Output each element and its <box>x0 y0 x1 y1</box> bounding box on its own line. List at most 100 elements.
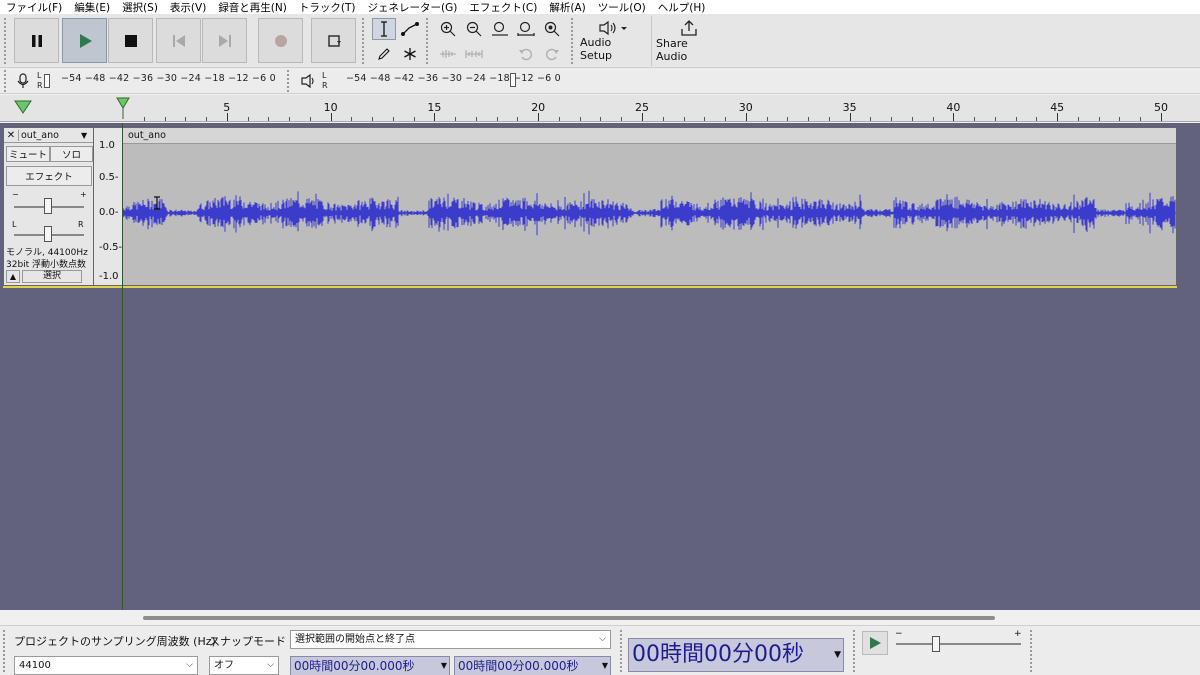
amplitude-ruler[interactable]: 1.0 0.5- 0.0- -0.5- -1.0 <box>94 127 122 286</box>
speed-slider-track[interactable] <box>896 643 1021 645</box>
menu-item-3[interactable]: 表示(V) <box>170 0 206 15</box>
clip-title-bar[interactable]: out_ano <box>123 128 1176 144</box>
redo-button[interactable] <box>540 43 564 65</box>
play-meter-grip[interactable] <box>287 70 293 92</box>
track-menu-arrow-icon[interactable]: ▼ <box>81 131 93 140</box>
play-head-icon[interactable] <box>116 97 130 119</box>
menu-item-0[interactable]: ファイル(F) <box>6 0 62 15</box>
speed-minus-label: − <box>895 629 903 639</box>
loop-button[interactable] <box>311 18 356 63</box>
gain-slider-thumb[interactable] <box>44 198 52 214</box>
play-at-speed-grip[interactable] <box>853 630 859 672</box>
asterisk-icon <box>404 48 416 60</box>
track-name-menu[interactable]: out_ano <box>18 129 81 141</box>
play-button[interactable] <box>62 18 107 63</box>
stop-button[interactable] <box>108 18 153 63</box>
amplitude-label: -1.0 <box>99 271 119 282</box>
speed-slider-thumb[interactable] <box>932 636 940 652</box>
selection-start-time[interactable]: 00時間00分00.000秒 ▼ <box>290 656 450 675</box>
toolbar-divider <box>651 16 652 66</box>
selection-mode-select[interactable]: 選択範囲の開始点と終了点 ⌵ <box>290 630 611 649</box>
ruler-minor-tick <box>974 117 976 121</box>
edit-grip[interactable] <box>426 18 432 64</box>
menu-item-8[interactable]: 解析(A) <box>549 0 585 15</box>
toolbar-grip[interactable] <box>4 18 10 64</box>
menu-item-10[interactable]: ヘルプ(H) <box>658 0 706 15</box>
ruler-minor-tick <box>247 117 249 121</box>
menu-item-9[interactable]: ツール(O) <box>598 0 646 15</box>
play-meter-slider[interactable] <box>510 73 516 87</box>
trim-button[interactable] <box>436 43 460 65</box>
snap-mode-select[interactable]: オフ ⌵ <box>209 656 279 675</box>
menu-item-7[interactable]: エフェクト(C) <box>469 0 537 15</box>
audio-setup-button[interactable]: Audio Setup <box>580 18 646 64</box>
record-meter-slider[interactable] <box>44 74 50 88</box>
ruler-minor-tick <box>704 117 706 121</box>
timeline-ruler[interactable]: 5 10 15 20 25 30 35 40 45 50 <box>0 95 1200 122</box>
select-track-button[interactable]: 選択 <box>22 270 82 283</box>
time-format-dropdown-icon[interactable]: ▼ <box>441 657 447 675</box>
skip-start-button[interactable] <box>156 18 201 63</box>
zoom-in-button[interactable] <box>436 18 460 40</box>
share-audio-button[interactable]: Share Audio <box>656 18 722 64</box>
toolbar: Audio Setup Share Audio <box>0 14 1200 68</box>
selection-grip[interactable] <box>3 630 9 672</box>
tools-grip[interactable] <box>362 18 368 64</box>
mute-button[interactable]: ミュート <box>6 146 50 162</box>
microphone-icon[interactable] <box>16 73 30 89</box>
play-position-line <box>122 123 123 610</box>
effects-button[interactable]: エフェクト <box>6 166 92 186</box>
meter-toolbar: L R −54 −48 −42 −36 −30 −24 −18 −12 −6 0… <box>0 68 1200 94</box>
fit-project-button[interactable] <box>514 18 538 40</box>
menu-item-5[interactable]: トラック(T) <box>299 0 356 15</box>
record-button[interactable] <box>258 18 303 63</box>
pan-slider-thumb[interactable] <box>44 226 52 242</box>
ruler-minor-tick <box>911 117 913 121</box>
audio-setup-grip[interactable] <box>571 18 577 64</box>
envelope-tool[interactable] <box>398 18 422 40</box>
ruler-minor-tick <box>1098 117 1100 121</box>
track-area[interactable]: ✕ out_ano ▼ ミュート ソロ エフェクト − + L R モノラル, … <box>0 123 1200 610</box>
skip-end-button[interactable] <box>202 18 247 63</box>
zoom-out-button[interactable] <box>462 18 486 40</box>
menu-item-1[interactable]: 編集(E) <box>74 0 110 15</box>
project-rate-value: 44100 <box>19 660 51 671</box>
menu-item-6[interactable]: ジェネレーター(G) <box>367 0 457 15</box>
speaker-icon[interactable] <box>300 73 316 89</box>
selection-end-time[interactable]: 00時間00分00.000秒 ▼ <box>454 656 611 675</box>
audio-position-display[interactable]: 00時間00分00秒 ▼ <box>628 638 844 672</box>
chevron-down-icon: ⌵ <box>267 660 274 670</box>
zoom-in-icon <box>440 21 456 37</box>
pin-head-icon[interactable] <box>14 100 32 114</box>
record-meter-l: L <box>37 71 42 80</box>
silence-button[interactable] <box>462 43 486 65</box>
waveform-clip[interactable]: out_ano <box>122 127 1177 286</box>
selection-tool[interactable] <box>372 18 396 40</box>
fit-selection-button[interactable] <box>488 18 512 40</box>
multi-tool[interactable] <box>398 43 422 65</box>
close-track-icon[interactable]: ✕ <box>4 130 18 141</box>
draw-tool[interactable] <box>372 43 396 65</box>
undo-button[interactable] <box>514 43 538 65</box>
horizontal-scrollbar[interactable] <box>143 616 995 620</box>
collapse-track-icon[interactable]: ▲ <box>6 270 20 283</box>
record-meter-scale[interactable]: −54 −48 −42 −36 −30 −24 −18 −12 −6 0 <box>61 73 276 84</box>
end-grip[interactable] <box>1030 630 1036 672</box>
waveform[interactable] <box>123 144 1176 285</box>
play-at-speed-button[interactable] <box>862 631 888 655</box>
solo-button[interactable]: ソロ <box>50 146 93 162</box>
play-meter-scale[interactable]: −54 −48 −42 −36 −30 −24 −18 −12 −6 0 <box>346 73 561 84</box>
time-format-dropdown-icon[interactable]: ▼ <box>834 639 841 671</box>
meter-grip[interactable] <box>4 70 10 92</box>
project-rate-select[interactable]: 44100 ⌵ <box>14 656 198 675</box>
ruler-minor-tick <box>372 117 374 121</box>
menu-item-2[interactable]: 選択(S) <box>122 0 158 15</box>
time-grip[interactable] <box>620 630 626 672</box>
share-icon <box>681 20 697 36</box>
pause-button[interactable] <box>14 18 59 63</box>
menu-item-4[interactable]: 録音と再生(N) <box>218 0 287 15</box>
ruler-minor-tick <box>870 117 872 121</box>
zoom-toggle-button[interactable] <box>540 18 564 40</box>
ruler-minor-tick <box>496 117 498 121</box>
time-format-dropdown-icon[interactable]: ▼ <box>602 657 608 675</box>
